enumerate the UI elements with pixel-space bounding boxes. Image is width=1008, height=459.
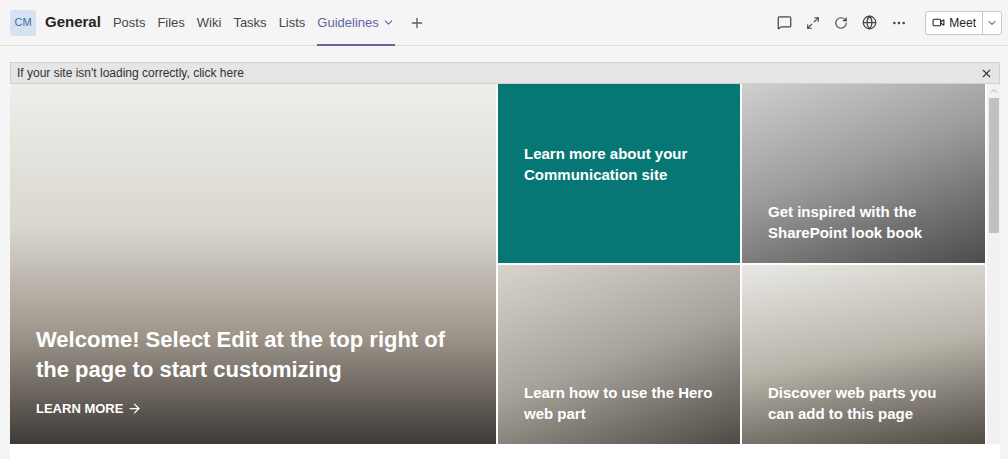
hero-main-tile[interactable]: Welcome! Select Edit at the top right of… <box>10 84 496 444</box>
more-icon[interactable] <box>891 15 907 31</box>
page-area: If your site isn't loading correctly, cl… <box>0 46 1008 459</box>
hero-tile[interactable]: Learn how to use the Hero web part <box>498 265 740 444</box>
channel-tab[interactable]: Tasks <box>233 0 266 46</box>
conversation-icon[interactable] <box>777 15 792 30</box>
hero-tile-title: Learn how to use the Hero web part <box>524 382 714 424</box>
hero-tile[interactable]: Get inspired with the SharePoint look bo… <box>742 84 985 263</box>
channel-header: CM General Posts Files Wiki Tasks Lists Guideli… <box>0 0 1008 46</box>
teams-window: CM General Posts Files Wiki Tasks Lists Guideli… <box>0 0 1008 459</box>
channel-tab[interactable]: Wiki <box>197 0 222 46</box>
scroll-up-icon[interactable] <box>989 86 999 96</box>
channel-name: General <box>45 11 101 34</box>
chevron-down-icon[interactable] <box>986 17 998 29</box>
hero-tile-title: Get inspired with the SharePoint look bo… <box>768 201 959 243</box>
team-avatar: CM <box>10 10 36 36</box>
globe-icon[interactable] <box>862 15 877 30</box>
hero-tile-title: Learn more about your Communication site <box>524 143 714 185</box>
add-tab-icon[interactable] <box>409 15 425 31</box>
video-icon <box>932 16 945 29</box>
chevron-down-icon[interactable] <box>382 16 395 29</box>
site-notice-link[interactable]: If your site isn't loading correctly, cl… <box>17 64 244 82</box>
hero-tile[interactable]: Learn more about your Communication site <box>498 84 740 263</box>
meet-button[interactable]: Meet <box>925 11 1002 35</box>
hero-tile[interactable]: Discover web parts you can add to this p… <box>742 265 985 444</box>
channel-tab[interactable]: Posts <box>113 0 146 46</box>
close-icon[interactable] <box>980 67 993 80</box>
header-actions <box>777 15 907 31</box>
site-notice-bar: If your site isn't loading correctly, cl… <box>10 62 1000 84</box>
tab-list: Posts Files Wiki Tasks Lists Guidelines <box>113 0 425 46</box>
hero-web-part: Welcome! Select Edit at the top right of… <box>10 84 985 444</box>
expand-icon[interactable] <box>806 16 820 30</box>
site-content: Welcome! Select Edit at the top right of… <box>10 84 1000 444</box>
scrollbar-thumb[interactable] <box>989 98 999 233</box>
channel-tab[interactable]: Lists <box>279 0 306 46</box>
hero-tile-title: Welcome! Select Edit at the top right of… <box>36 325 466 385</box>
arrow-right-icon <box>127 401 142 416</box>
learn-more-link[interactable]: LEARN MORE <box>36 399 470 419</box>
hero-tile-title: Discover web parts you can add to this p… <box>768 382 959 424</box>
channel-tab[interactable]: Guidelines <box>317 0 394 46</box>
channel-tab[interactable]: Files <box>157 0 184 46</box>
reload-icon[interactable] <box>834 16 848 30</box>
scrollbar[interactable] <box>987 84 1000 444</box>
